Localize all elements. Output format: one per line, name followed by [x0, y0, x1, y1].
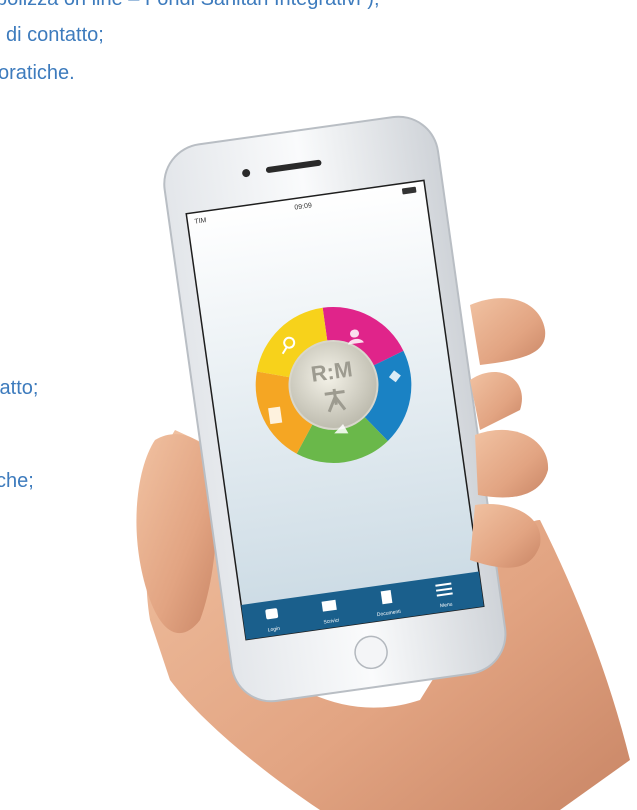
lock-icon: [265, 608, 279, 620]
mail-icon: [321, 599, 337, 612]
document-icon: [380, 590, 393, 605]
finger-3: [475, 429, 549, 498]
hand-holding-phone-illustration: TIM 09:09 R:M Login Scrivici Documenti M…: [136, 115, 630, 810]
finger-4: [470, 504, 541, 568]
document-list-icon: [268, 406, 283, 425]
finger-2: [470, 298, 546, 365]
finger-1: [470, 371, 522, 430]
